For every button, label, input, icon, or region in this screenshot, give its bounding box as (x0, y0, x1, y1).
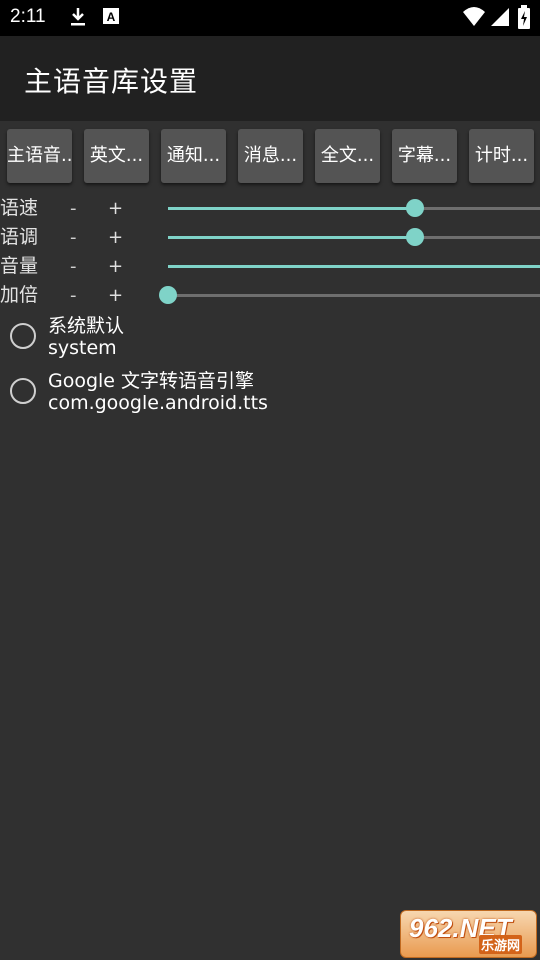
tab-notification[interactable]: 通知... (161, 129, 226, 183)
slider-row-double: 加倍 - + (0, 281, 540, 310)
pitch-plus-button[interactable]: + (108, 223, 123, 252)
volume-label: 音量 (0, 255, 39, 277)
speed-slider-thumb[interactable] (406, 199, 425, 217)
double-label: 加倍 (0, 284, 39, 306)
engine-option-system[interactable]: 系统默认 system (0, 311, 540, 365)
engine-title: Google 文字转语音引擎 (48, 370, 255, 392)
status-time: 2:11 (10, 6, 46, 27)
tab-english[interactable]: 英文... (84, 129, 149, 183)
double-minus-button[interactable]: - (70, 281, 77, 310)
volume-plus-button[interactable]: + (108, 252, 123, 281)
speed-minus-button[interactable]: - (70, 194, 77, 223)
speed-label: 语速 (0, 197, 39, 219)
speed-slider[interactable] (168, 199, 540, 217)
tab-bar: 主语音... 英文... 通知... 消息... 全文... 字幕... 计时.… (0, 128, 540, 184)
radio-button[interactable] (10, 323, 36, 349)
svg-text:A: A (107, 10, 116, 24)
slider-row-pitch: 语调 - + (0, 223, 540, 252)
wifi-icon (462, 6, 486, 32)
a-notification-icon: A (102, 6, 120, 30)
battery-icon (518, 5, 530, 33)
double-plus-button[interactable]: + (108, 281, 123, 310)
tab-subtitle[interactable]: 字幕... (392, 129, 457, 183)
volume-minus-button[interactable]: - (70, 252, 77, 281)
double-slider-thumb[interactable] (159, 286, 177, 304)
pitch-label: 语调 (0, 226, 39, 248)
page-title: 主语音库设置 (24, 65, 199, 98)
download-icon (68, 6, 88, 32)
engine-package: com.google.android.tts (48, 392, 268, 414)
slider-row-volume: 音量 - + (0, 252, 540, 281)
pitch-slider[interactable] (168, 228, 540, 246)
speed-plus-button[interactable]: + (108, 194, 123, 223)
tab-timer[interactable]: 计时... (469, 129, 534, 183)
slider-row-speed: 语速 - + (0, 194, 540, 223)
watermark-logo: 962.NET 乐游网 (400, 910, 537, 958)
double-slider[interactable] (159, 286, 540, 304)
watermark-subtext: 乐游网 (479, 935, 523, 954)
signal-icon (490, 6, 510, 32)
engine-package: system (48, 337, 117, 359)
pitch-slider-thumb[interactable] (406, 228, 425, 246)
engine-option-google[interactable]: Google 文字转语音引擎 com.google.android.tts (0, 366, 540, 420)
radio-button[interactable] (10, 378, 36, 404)
pitch-minus-button[interactable]: - (70, 223, 77, 252)
app-bar: 主语音库设置 (0, 36, 540, 121)
engine-title: 系统默认 (48, 315, 125, 337)
tab-message[interactable]: 消息... (238, 129, 303, 183)
volume-slider[interactable] (168, 265, 540, 268)
status-bar: 2:11 A (0, 0, 540, 36)
tab-fulltext[interactable]: 全文... (315, 129, 380, 183)
volume-slider-fill (168, 265, 540, 268)
speed-slider-fill (168, 207, 416, 210)
tab-main-voice[interactable]: 主语音... (7, 129, 72, 183)
pitch-slider-fill (168, 236, 416, 239)
